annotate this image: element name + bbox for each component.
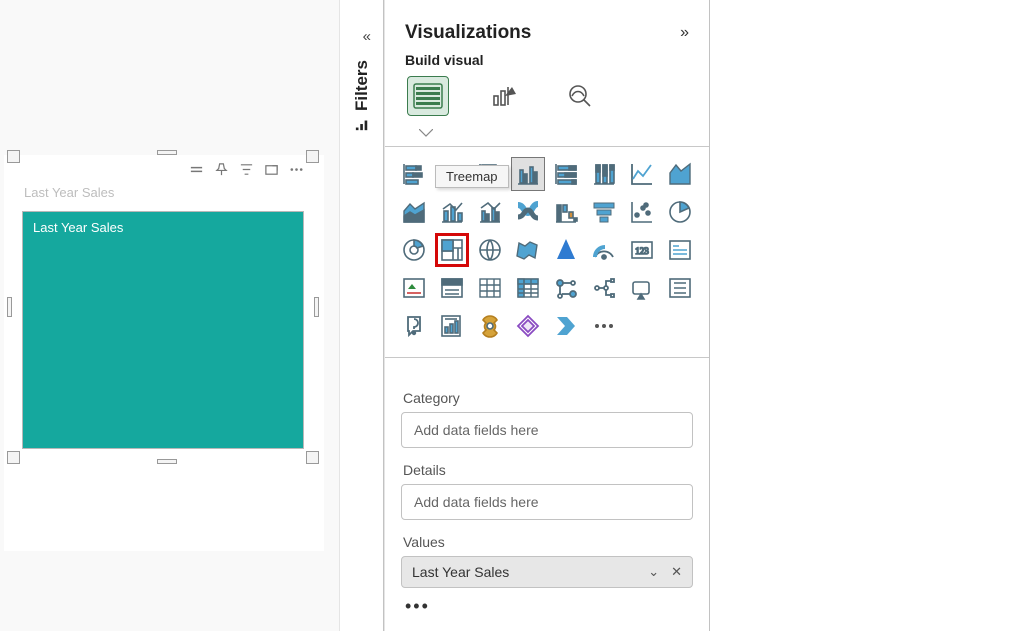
resize-handle-bottom-right[interactable] xyxy=(306,451,319,464)
values-well[interactable]: Last Year Sales ⌄ ✕ xyxy=(401,556,693,588)
viz-filled-map[interactable] xyxy=(511,233,545,267)
visualization-gallery: Treemap 123 xyxy=(385,157,709,343)
viz-funnel[interactable] xyxy=(587,195,621,229)
field-wells: Category Add data fields here Details Ad… xyxy=(385,368,709,617)
more-options-icon[interactable]: ••• xyxy=(401,588,693,617)
viz-100-stacked-bar[interactable] xyxy=(549,157,583,191)
pin-icon[interactable] xyxy=(214,162,229,177)
viz-power-apps[interactable] xyxy=(549,309,583,343)
treemap-tooltip: Treemap xyxy=(435,165,509,188)
resize-handle-left[interactable] xyxy=(7,297,12,317)
active-tab-caret-icon xyxy=(419,129,433,137)
resize-handle-top-right[interactable] xyxy=(306,150,319,163)
viz-area-chart[interactable] xyxy=(663,157,697,191)
viz-table[interactable] xyxy=(473,271,507,305)
viz-line-clustered-column[interactable] xyxy=(473,195,507,229)
viz-python-visual[interactable] xyxy=(587,271,621,305)
visual-header xyxy=(14,157,312,185)
expand-filters-icon[interactable]: « xyxy=(363,28,371,45)
resize-handle-top[interactable] xyxy=(157,150,177,155)
viz-stacked-area[interactable] xyxy=(397,195,431,229)
filters-pane-collapsed[interactable]: « Filters xyxy=(340,0,384,631)
category-well[interactable]: Add data fields here xyxy=(401,412,693,448)
viz-scatter[interactable] xyxy=(625,195,659,229)
viz-card[interactable]: 123 xyxy=(625,233,659,267)
viz-kpi[interactable] xyxy=(397,271,431,305)
viz-smart-narrative[interactable] xyxy=(435,309,469,343)
value-chip-label: Last Year Sales xyxy=(412,564,509,580)
drill-mode-icon[interactable] xyxy=(189,162,204,177)
viz-line-chart[interactable] xyxy=(625,157,659,191)
viz-slicer[interactable] xyxy=(435,271,469,305)
viz-matrix[interactable] xyxy=(511,271,545,305)
build-tabs xyxy=(385,76,709,124)
viz-stacked-bar[interactable] xyxy=(397,157,431,191)
details-label: Details xyxy=(403,462,691,478)
viz-ribbon-chart[interactable] xyxy=(511,195,545,229)
viz-donut[interactable] xyxy=(397,233,431,267)
chevron-down-icon[interactable]: ⌄ xyxy=(648,564,659,580)
viz-waterfall[interactable] xyxy=(549,195,583,229)
pane-title: Visualizations xyxy=(405,22,531,44)
viz-qa[interactable] xyxy=(397,309,431,343)
viz-gauge[interactable] xyxy=(587,233,621,267)
treemap-body[interactable]: Last Year Sales xyxy=(22,211,304,449)
values-label: Values xyxy=(403,534,691,550)
viz-key-influencer[interactable] xyxy=(625,271,659,305)
tab-analytics[interactable] xyxy=(559,76,601,116)
viz-map[interactable] xyxy=(473,233,507,267)
viz-multi-row-card[interactable] xyxy=(663,233,697,267)
visualizations-pane: Visualizations » Build visual Treemap xyxy=(384,0,710,631)
focus-mode-icon[interactable] xyxy=(264,162,279,177)
viz-paginated-report[interactable] xyxy=(473,309,507,343)
tab-format-visual[interactable] xyxy=(483,76,525,116)
viz-decomposition-tree[interactable] xyxy=(663,271,697,305)
treemap-visual[interactable]: Last Year Sales Last Year Sales xyxy=(14,157,312,457)
resize-handle-bottom[interactable] xyxy=(157,459,177,464)
viz-get-more[interactable] xyxy=(587,309,621,343)
resize-handle-top-left[interactable] xyxy=(7,150,20,163)
tab-build-visual[interactable] xyxy=(407,76,449,116)
category-label: Category xyxy=(403,390,691,406)
visual-title: Last Year Sales xyxy=(14,185,312,204)
report-canvas: Last Year Sales Last Year Sales xyxy=(0,0,340,631)
more-options-icon[interactable] xyxy=(289,162,304,177)
viz-r-visual[interactable] xyxy=(549,271,583,305)
filters-label: Filters xyxy=(352,60,372,131)
canvas-card: Last Year Sales Last Year Sales xyxy=(4,155,324,551)
viz-line-stacked-column[interactable]: Treemap xyxy=(435,195,469,229)
details-well[interactable]: Add data fields here xyxy=(401,484,693,520)
viz-arcgis[interactable] xyxy=(511,309,545,343)
resize-handle-right[interactable] xyxy=(314,297,319,317)
viz-treemap[interactable] xyxy=(435,233,469,267)
viz-azure-map[interactable] xyxy=(549,233,583,267)
pane-subtitle: Build visual xyxy=(385,50,709,76)
viz-pie[interactable] xyxy=(663,195,697,229)
remove-field-icon[interactable]: ✕ xyxy=(671,564,682,580)
treemap-node-label: Last Year Sales xyxy=(23,212,303,243)
resize-handle-bottom-left[interactable] xyxy=(7,451,20,464)
collapse-pane-icon[interactable]: » xyxy=(680,24,689,42)
svg-text:123: 123 xyxy=(635,246,649,256)
viz-clustered-column[interactable] xyxy=(511,157,545,191)
filter-icon[interactable] xyxy=(239,162,254,177)
viz-100-stacked-column[interactable] xyxy=(587,157,621,191)
